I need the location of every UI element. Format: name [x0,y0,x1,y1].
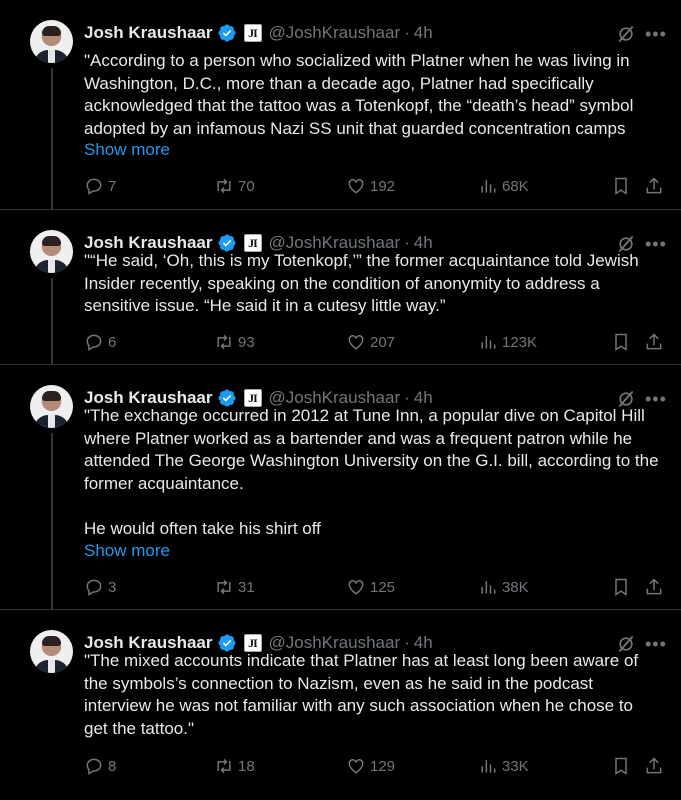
bookmark-icon [615,578,627,596]
share-icon [646,578,662,595]
repost-icon [217,178,231,194]
views-icon [481,336,496,349]
repost-count: 31 [238,578,255,596]
repost-icon [217,334,231,350]
repost-button[interactable]: 18 [214,756,255,776]
bookmark-button[interactable] [611,176,635,196]
tweet-2[interactable]: Josh Kraushaar JI @JoshKraushaar · 4h ••… [0,210,681,365]
like-button[interactable]: 192 [346,176,395,196]
views-button[interactable]: 68K [478,176,529,196]
views-button[interactable]: 123K [478,332,537,352]
repost-icon [217,758,231,774]
repost-icon [217,579,231,595]
tweet-actions: 7 70 192 68K [84,176,664,198]
repost-button[interactable]: 31 [214,577,255,597]
views-icon [481,180,496,193]
timestamp[interactable]: 4h [414,23,433,43]
tweet-text: "“He said, ‘Oh, this is my Totenkopf,’” … [84,251,644,315]
view-count: 38K [502,578,529,596]
avatar[interactable] [30,20,73,63]
reply-icon [86,334,102,351]
like-icon [348,758,364,774]
views-icon [481,581,496,594]
reply-icon [86,579,102,596]
reply-count: 8 [108,757,117,775]
share-icon [646,177,662,194]
reply-button[interactable]: 7 [84,176,116,196]
tweet-header: Josh Kraushaar JI @JoshKraushaar · 4h [84,22,433,44]
like-count: 207 [370,333,396,351]
reply-button[interactable]: 6 [84,332,116,352]
view-count: 68K [502,177,529,195]
reply-count: 7 [108,177,117,195]
like-button[interactable]: 207 [346,332,395,352]
avatar[interactable] [30,385,73,428]
tweet-4[interactable]: Josh Kraushaar JI @JoshKraushaar · 4h ••… [0,610,681,800]
bookmark-icon [615,333,627,351]
thread-line [51,433,53,610]
reply-icon [86,178,102,195]
thread-line [51,68,53,210]
bookmark-button[interactable] [611,577,635,597]
like-count: 129 [370,757,396,775]
avatar[interactable] [30,230,73,273]
like-count: 192 [370,177,396,195]
separator: · [404,23,410,42]
view-count: 33K [502,757,529,775]
share-button[interactable] [644,577,668,597]
avatar[interactable] [30,630,73,673]
tweet-text: "The exchange occurred in 2012 at Tune I… [84,406,659,538]
bookmark-button[interactable] [611,756,635,776]
author-name[interactable]: Josh Kraushaar [84,23,213,43]
repost-count: 18 [238,757,255,775]
share-button[interactable] [644,756,668,776]
views-icon [481,760,496,773]
like-icon [348,178,364,194]
reply-button[interactable]: 3 [84,577,116,597]
like-icon [348,579,364,595]
view-count: 123K [502,333,538,351]
tweet-1[interactable]: Josh Kraushaar JI @JoshKraushaar · 4h ••… [0,0,681,210]
reply-count: 3 [108,578,117,596]
like-count: 125 [370,578,396,596]
author-handle[interactable]: @JoshKraushaar [269,23,401,43]
tweet-text: "According to a person who socialized wi… [84,51,639,138]
thread-line [51,278,53,365]
bookmark-icon [615,757,627,775]
reply-icon [86,758,102,775]
affiliate-badge[interactable]: JI [243,24,262,42]
show-more-link[interactable]: Show more [84,541,170,561]
share-button[interactable] [644,176,668,196]
reply-count: 6 [108,333,117,351]
reply-button[interactable]: 8 [84,756,116,776]
tweet-text: "The mixed accounts indicate that Platne… [84,651,643,738]
like-icon [348,334,364,350]
repost-count: 93 [238,333,255,351]
views-button[interactable]: 33K [478,756,529,776]
tweet-actions: 3 31 125 38K [84,577,664,599]
share-icon [646,757,662,774]
like-button[interactable]: 125 [346,577,395,597]
verified-badge-icon [217,24,236,42]
show-more-link[interactable]: Show more [84,140,170,160]
share-button[interactable] [644,332,668,352]
grok-icon[interactable] [616,24,636,44]
more-icon[interactable]: ••• [645,25,667,43]
like-button[interactable]: 129 [346,756,395,776]
tweet-actions: 8 18 129 33K [84,756,664,778]
share-icon [646,333,662,350]
repost-button[interactable]: 70 [214,176,255,196]
repost-button[interactable]: 93 [214,332,255,352]
bookmark-icon [615,177,627,195]
views-button[interactable]: 38K [478,577,529,597]
repost-count: 70 [238,177,255,195]
bookmark-button[interactable] [611,332,635,352]
tweet-3[interactable]: Josh Kraushaar JI @JoshKraushaar · 4h ••… [0,365,681,610]
tweet-actions: 6 93 207 123K [84,332,664,354]
